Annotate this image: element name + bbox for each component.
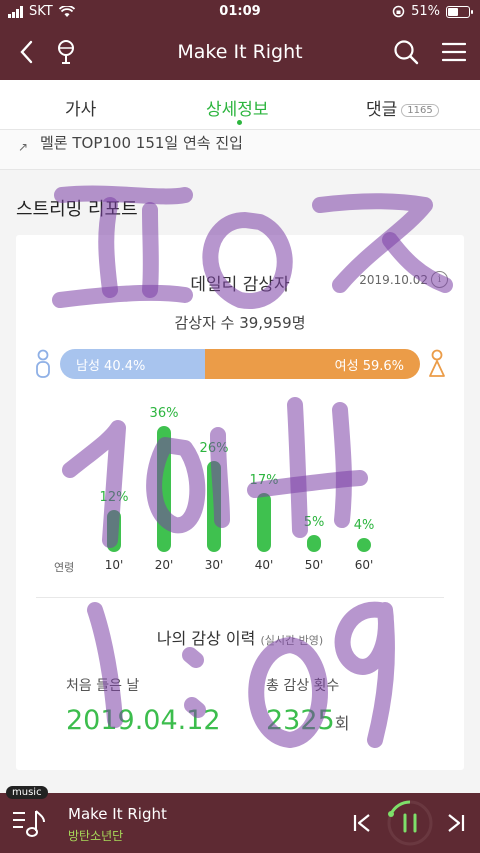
now-playing-artist: 방탄소년단 [68, 829, 124, 843]
active-tab-indicator [237, 120, 242, 125]
mini-player[interactable]: music Make It Right 방탄소년단 [0, 786, 480, 853]
tab-comments[interactable]: 댓글 1165 [366, 95, 439, 120]
tab-details[interactable]: 상세정보 [206, 95, 269, 120]
battery-icon [446, 5, 473, 18]
ranking-text: 멜론 TOP100 151일 연속 진입 [40, 134, 243, 152]
age-axis-label: 연령 [54, 561, 75, 574]
report-date: 2019.10.02 [359, 273, 428, 287]
age-group-label: 60' [354, 558, 374, 572]
age-bar [307, 534, 321, 552]
age-group-label: 30' [204, 558, 224, 572]
age-group-label: 50' [304, 558, 324, 572]
menu-button[interactable] [436, 34, 472, 70]
listener-count: 감상자 수 39,959명 [174, 314, 306, 332]
first-listen-date: 2019.04.12 [66, 705, 221, 736]
age-percent-label: 4% [353, 518, 375, 533]
pause-button[interactable] [385, 798, 435, 848]
streaming-report-card: 데일리 감상자 2019.10.02 i 감상자 수 39,959명 남성 40… [16, 235, 464, 770]
app-bar: Make It Right [0, 24, 480, 80]
age-percent-label: 5% [303, 514, 325, 530]
age-percent-label: 26% [199, 441, 229, 456]
battery-percent: 51% [411, 4, 440, 19]
next-track-icon[interactable] [446, 813, 466, 833]
gender-ratio-bar: 남성 40.4% 여성 59.6% [60, 349, 420, 379]
age-bar [157, 426, 171, 552]
female-icon [429, 349, 445, 377]
my-history-subtitle: (실시간 반영) [260, 634, 324, 647]
age-percent-label: 17% [249, 472, 279, 488]
tab-bar: 가사 상세정보 댓글 1165 [0, 80, 480, 130]
section-title: 스트리밍 리포트 [16, 199, 138, 220]
age-bar [107, 510, 121, 552]
previous-track-icon[interactable] [352, 813, 372, 833]
total-plays-number: 2325 [266, 705, 335, 736]
male-icon [36, 349, 50, 378]
search-icon [394, 40, 419, 65]
age-group-label: 40' [254, 558, 274, 572]
age-bar [207, 461, 221, 552]
ranking-arrow-icon: ↗ [18, 140, 29, 154]
age-group-label: 20' [154, 558, 174, 572]
ranking-info: ↗ 멜론 TOP100 151일 연속 진입 [0, 130, 480, 170]
hamburger-menu-icon [442, 42, 466, 62]
age-percent-label: 36% [149, 406, 179, 421]
status-bar: SKT 01:09 51% [0, 0, 480, 24]
total-plays-value: 2325회 [266, 705, 349, 736]
total-plays-unit: 회 [334, 714, 350, 733]
total-plays-label: 총 감상 횟수 [266, 678, 340, 694]
age-percent-label: 12% [99, 490, 129, 505]
comment-count-badge: 1165 [401, 104, 439, 117]
my-history-heading: 나의 감상 이력 [156, 629, 256, 648]
music-tag: music [6, 786, 48, 799]
search-button[interactable] [388, 34, 424, 70]
female-share-label: 여성 59.6% [334, 359, 404, 374]
divider [36, 597, 444, 598]
age-bar [357, 538, 371, 552]
age-group-label: 10' [104, 558, 124, 572]
tab-comments-label: 댓글 [366, 100, 398, 120]
playlist-music-icon[interactable] [12, 809, 48, 839]
orientation-lock-icon [392, 5, 405, 18]
age-bar [257, 492, 271, 552]
male-share-label: 남성 40.4% [76, 359, 146, 374]
my-history-title: 나의 감상 이력 (실시간 반영) [16, 625, 464, 649]
first-listen-label: 처음 들은 날 [66, 678, 140, 694]
tab-lyrics[interactable]: 가사 [65, 95, 96, 120]
now-playing-title: Make It Right [68, 805, 167, 823]
info-icon[interactable]: i [431, 271, 448, 288]
